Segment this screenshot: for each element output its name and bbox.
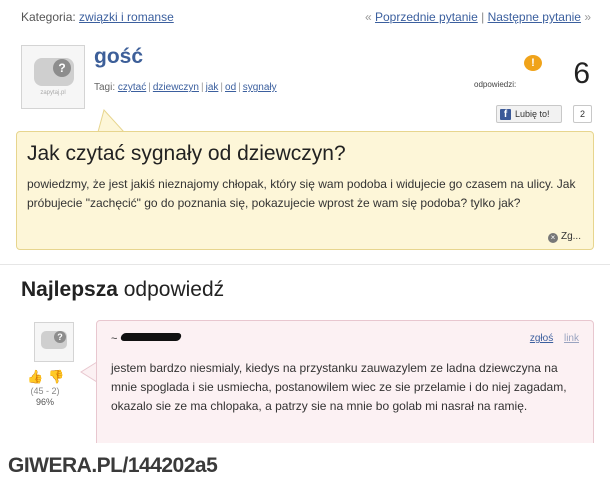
question-mark-icon: ? [54, 331, 66, 343]
next-question-link[interactable]: Następne pytanie [488, 10, 581, 24]
vote-count: (45 - 2) [30, 386, 60, 396]
prev-question-link[interactable]: Poprzednie pytanie [375, 10, 478, 24]
avatar-caption: zapytaj.pl [40, 90, 66, 96]
best-answer-body: jestem bardzo niesmialy, kiedys na przys… [111, 361, 567, 413]
tag-link[interactable]: sygnały [243, 82, 277, 93]
best-answer-heading: Najlepsza odpowiedź [21, 278, 224, 302]
facebook-like-button[interactable]: f Lubię to! [496, 105, 562, 123]
report-question-button[interactable]: × Zg... [547, 231, 581, 243]
tags-label: Tagi: [94, 82, 116, 93]
answer-actions: zgłoś link [530, 333, 579, 344]
question-box: Jak czytać sygnały od dziewczyn? powiedz… [16, 131, 594, 250]
facebook-icon: f [500, 109, 511, 120]
answers-label: odpowiedzi: [474, 80, 517, 89]
best-answer-box: ~ zgłoś link jestem bardzo niesmialy, ki… [96, 320, 594, 450]
prev-arrow-icon: « [364, 10, 372, 24]
asker-username: gość [94, 45, 144, 68]
category-label: Kategoria: [21, 10, 76, 24]
next-arrow-icon: » [584, 10, 591, 24]
question-body: powiedzmy, że jest jakiś nieznajomy chło… [27, 177, 576, 210]
tag-link[interactable]: jak [206, 82, 219, 93]
answers-count: 6 [573, 57, 590, 90]
like-label: Lubię to! [515, 109, 550, 119]
asker-avatar[interactable]: ? zapytaj.pl [21, 45, 85, 109]
question-nav: « Poprzednie pytanie | Następne pytanie … [365, 10, 591, 24]
tag-link[interactable]: czytać [118, 82, 146, 93]
answer-permalink[interactable]: link [564, 333, 579, 344]
vote-percent: 96% [35, 397, 54, 407]
watermark: GIWERA.PL/144202a5 [8, 454, 218, 477]
answers-counter: ! odpowiedzi: 6 [472, 55, 592, 95]
thumbs-down-icon[interactable]: 👎 [48, 370, 64, 384]
section-divider [0, 264, 610, 265]
answerer-avatar[interactable]: ? [34, 322, 74, 362]
question-mark-icon: ? [53, 59, 71, 77]
report-label: Zg... [560, 231, 581, 242]
thumbs-up-icon[interactable]: 👍 [27, 370, 43, 384]
best-answer-heading-rest: odpowiedź [123, 278, 225, 301]
tag-link[interactable]: od [225, 82, 236, 93]
best-answer-heading-bold: Najlepsza [21, 278, 118, 301]
tag-link[interactable]: dziewczyn [153, 82, 199, 93]
nav-separator: | [481, 10, 485, 24]
question-title: Jak czytać sygnały od dziewczyn? [27, 142, 346, 165]
category-link[interactable]: związki i romanse [79, 10, 174, 24]
answers-bubble-icon: ! [524, 55, 542, 71]
report-answer-link[interactable]: zgłoś [530, 333, 553, 344]
report-icon: × [547, 233, 558, 243]
tags-row: Tagi: czytać | dziewczyn | jak | od | sygnały [94, 82, 277, 93]
redacted-username [120, 333, 183, 341]
like-count: 2 [573, 105, 592, 123]
answer-votes: 👍 👎 (45 - 2) 96% [21, 370, 69, 408]
top-bar: Kategoria: związki i romanse « Poprzedni… [21, 10, 591, 26]
answerer-username: ~ [111, 333, 183, 345]
